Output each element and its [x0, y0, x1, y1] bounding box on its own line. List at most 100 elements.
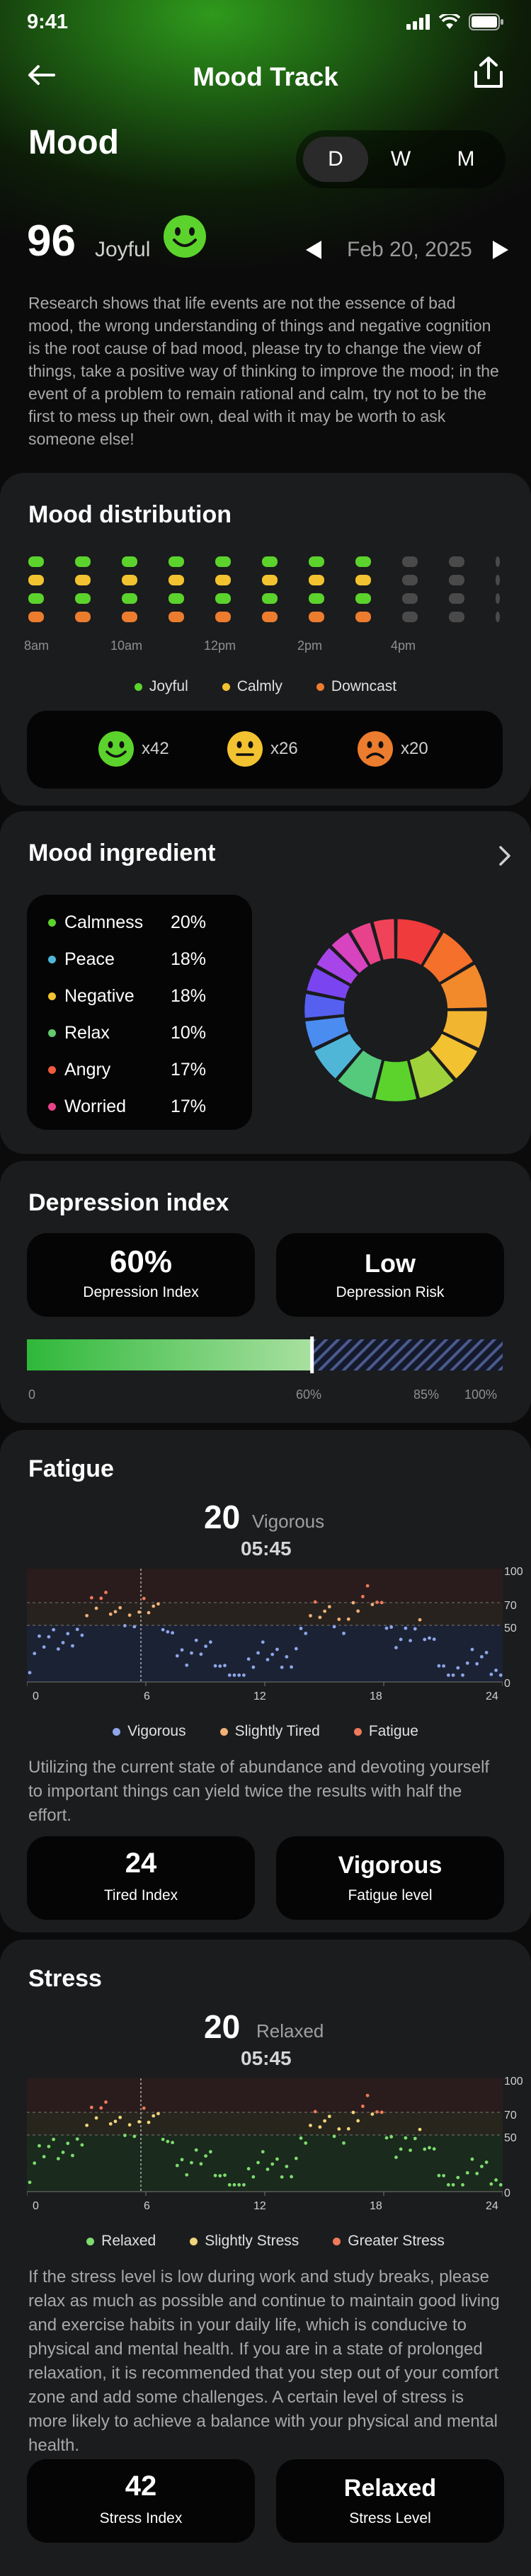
data-point [290, 2175, 293, 2179]
chevron-right-icon[interactable] [497, 845, 513, 866]
distribution-dot [355, 593, 371, 604]
data-point [475, 2172, 479, 2175]
data-point [246, 1657, 251, 1661]
data-point [137, 2119, 141, 2124]
time-label-4pm: 4pm [391, 639, 416, 653]
data-point [351, 2110, 355, 2114]
next-date-icon[interactable] [491, 239, 510, 261]
distribution-dot [496, 556, 500, 567]
data-point [256, 2160, 260, 2165]
data-point [213, 2173, 217, 2177]
data-point [199, 2162, 203, 2166]
data-point [52, 1627, 55, 1632]
tired-index-label: Tired Index [103, 1887, 178, 1904]
data-point [33, 2161, 37, 2165]
stress-level-value: Relaxed [343, 2475, 437, 2502]
data-point [399, 2147, 403, 2151]
stress-note: If the stress level is low during work a… [28, 2267, 500, 2455]
data-point [299, 2136, 303, 2140]
data-point [389, 2135, 394, 2139]
zone-high [27, 1569, 503, 1603]
zone-high [27, 2078, 503, 2112]
data-point [104, 2100, 108, 2104]
data-point [379, 2110, 384, 2114]
depression-index-label: Depression Index [83, 1284, 199, 1300]
data-point [423, 2147, 427, 2151]
data-point [194, 2148, 198, 2152]
depression-index-stat: 60% Depression Index [27, 1233, 255, 1317]
time-label-12pm: 12pm [204, 639, 236, 653]
data-point [94, 1606, 98, 1610]
system-icons [406, 13, 504, 30]
data-point [470, 2157, 474, 2161]
data-point [142, 1596, 146, 1601]
distribution-dot [449, 593, 464, 604]
legend-relaxed: Relaxed [86, 2233, 156, 2250]
distribution-dot [75, 556, 91, 567]
data-point [71, 2153, 74, 2158]
fatigue-legend: Vigorous Slightly Tired Fatigue [0, 1723, 531, 1740]
data-point [185, 2173, 189, 2177]
fatigue-xtick-12: 12 [253, 1690, 266, 1702]
distribution-dot [28, 575, 44, 585]
data-point [346, 1617, 350, 1621]
data-point [104, 1591, 108, 1594]
stress-level-label: Stress Level [349, 2510, 431, 2526]
data-point [409, 2148, 412, 2152]
data-point [80, 2143, 84, 2147]
distribution-dot [75, 593, 91, 604]
fatigue-ytick-50: 50 [504, 1622, 517, 1635]
data-point [223, 2173, 227, 2177]
legend-downcast: Downcast [316, 678, 396, 695]
data-point [365, 1584, 370, 1588]
data-point [127, 1613, 132, 1618]
distribution-dot [215, 612, 231, 622]
data-point [85, 1613, 89, 1618]
fatigue-value-word: Vigorous [252, 1511, 325, 1532]
data-point [123, 2134, 127, 2137]
period-week-tab[interactable]: W [368, 137, 433, 182]
time-label-8am: 8am [24, 639, 50, 653]
data-point [327, 2114, 331, 2119]
share-icon[interactable] [472, 55, 506, 91]
stress-xtick-0: 0 [33, 2200, 39, 2212]
data-point [418, 2127, 422, 2131]
data-point [180, 2158, 184, 2162]
stress-xtick-18: 18 [370, 2200, 382, 2212]
data-point [384, 2136, 389, 2140]
ingredient-name: Worried [64, 1096, 127, 1116]
data-point [118, 1605, 122, 1610]
data-point [190, 1651, 193, 1655]
stress-value: 20 [204, 2008, 241, 2045]
data-point [113, 2119, 118, 2124]
distribution-dot [309, 556, 324, 567]
data-point [304, 1631, 308, 1635]
data-point [132, 1625, 137, 1629]
ingredient-color-dot [48, 1065, 56, 1074]
data-point [156, 2112, 160, 2116]
data-point [342, 2141, 346, 2145]
data-point [227, 2183, 232, 2187]
depression-tick-85: 85% [413, 1387, 440, 1402]
data-point [442, 2174, 446, 2177]
period-month-tab[interactable]: M [433, 137, 498, 182]
data-point [175, 1654, 179, 1658]
zone-low [27, 2135, 503, 2192]
distribution-dot [496, 575, 500, 585]
data-point [204, 2154, 208, 2158]
previous-date-icon[interactable] [304, 239, 323, 261]
progress-fill [27, 1339, 313, 1370]
data-point [389, 1625, 394, 1629]
data-point [442, 1664, 446, 1668]
data-point [246, 2167, 251, 2171]
data-point [152, 2114, 156, 2118]
legend-calmly: Calmly [222, 678, 282, 695]
legend-slightly-tired: Slightly Tired [219, 1723, 320, 1740]
distribution-dot [402, 575, 418, 585]
data-point [356, 1609, 360, 1613]
data-point [498, 1673, 503, 1677]
distribution-dot [122, 612, 137, 622]
happy-face-icon [164, 215, 206, 258]
period-day-tab[interactable]: D [303, 137, 368, 182]
data-point [61, 2151, 65, 2154]
